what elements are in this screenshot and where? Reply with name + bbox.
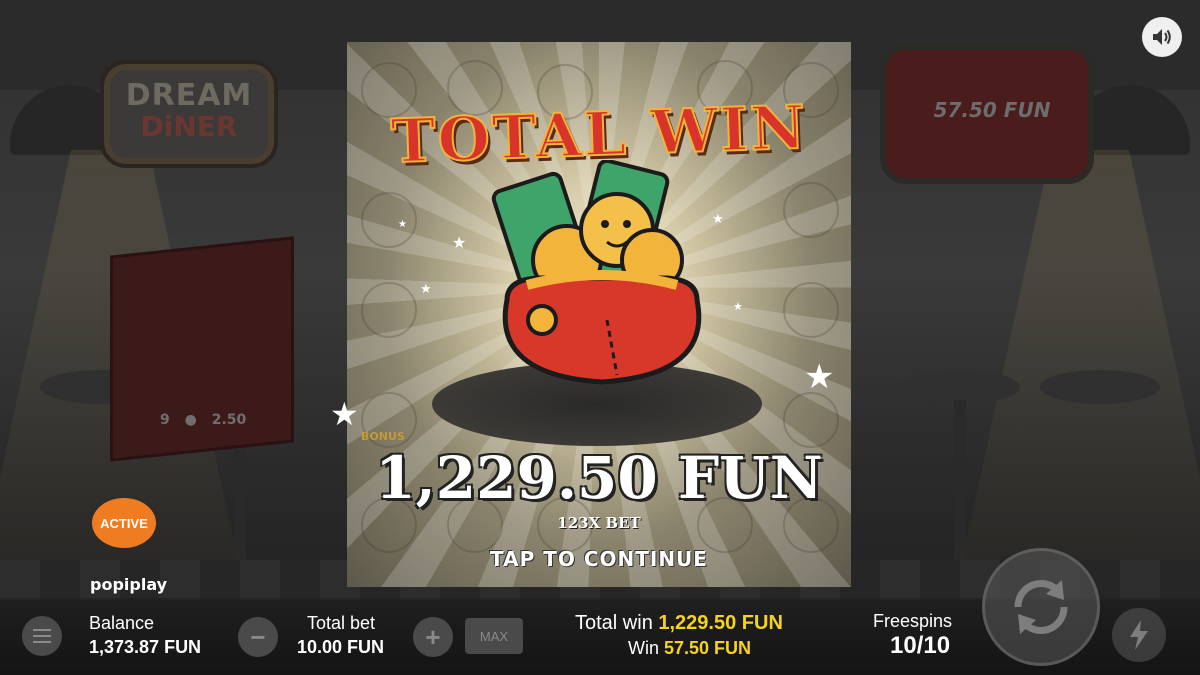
menu-icon [33, 629, 51, 643]
stool [900, 370, 1020, 404]
star-icon: ★ [733, 301, 743, 313]
plus-icon: + [425, 621, 441, 652]
decrease-bet-button[interactable]: − [238, 617, 278, 657]
active-badge: ACTIVE [92, 498, 156, 548]
balance-value: 1,373.87 FUN [89, 637, 202, 657]
brand-logo: popiplay [90, 575, 168, 594]
symbol-sandwich [361, 192, 417, 248]
bonus-symbol-label: BONUS [361, 430, 405, 443]
paytable-card-text: 9 ● 2.50 [160, 412, 256, 428]
paytable-count: 9 [160, 412, 170, 428]
star-icon: ★ [452, 235, 467, 252]
menu-button[interactable] [22, 616, 62, 656]
max-bet-button[interactable]: MAX [465, 618, 523, 654]
win-value: 57.50 FUN [664, 638, 752, 658]
lightning-icon [1130, 620, 1148, 650]
symbol-donut [783, 392, 839, 448]
total-win-modal[interactable]: BONUS TOTAL WIN 1,229.50 FUN 123X BET TA… [347, 42, 851, 587]
total-bet-value: 10.00 FUN [297, 637, 385, 657]
symbol-hotdog [783, 182, 839, 238]
star-icon: ★ [330, 396, 359, 432]
total-bet-label: Total bet [307, 613, 376, 633]
win-display-amount: 57.50 FUN [933, 98, 1051, 122]
logo-line-2: DiNER [140, 110, 238, 143]
bet-multiplier: 123X BET [557, 514, 641, 532]
sound-button[interactable] [1142, 17, 1182, 57]
increase-bet-button[interactable]: + [413, 617, 453, 657]
paytable-value: 2.50 [211, 412, 247, 428]
speaker-icon [1153, 29, 1171, 45]
freespins-label: Freespins [873, 611, 953, 631]
balance-label: Balance [89, 613, 155, 633]
star-icon: ★ [420, 281, 432, 296]
symbol-sandwich [361, 282, 417, 338]
logo-line-1: DREAM [125, 78, 253, 113]
star-icon: ★ [712, 211, 724, 226]
total-win-amount: 1,229.50 FUN [375, 444, 823, 512]
spin-button[interactable] [982, 548, 1100, 666]
win-label: Win [628, 638, 659, 658]
symbol-hotdog [783, 282, 839, 338]
star-icon: ★ [804, 358, 835, 396]
tap-to-continue[interactable]: TAP TO CONTINUE [347, 547, 851, 571]
total-win-summary: Total win 1,229.50 FUN [575, 612, 783, 635]
coin-purse-icon [491, 160, 702, 385]
freespins-value: 10/10 [890, 632, 951, 659]
light-cone-right [960, 150, 1200, 570]
star-icon: ★ [398, 219, 407, 230]
stool [1040, 370, 1160, 404]
minus-icon: − [250, 621, 266, 652]
game-logo: DREAM DiNER [104, 64, 274, 164]
coin-icon: ● [184, 412, 197, 428]
total-win-label: Total win [575, 612, 653, 634]
spin-arrows-icon [1014, 580, 1068, 634]
total-win-value: 1,229.50 FUN [658, 612, 783, 634]
win-summary: Win 57.50 FUN [628, 638, 751, 659]
turbo-button[interactable] [1112, 608, 1166, 662]
